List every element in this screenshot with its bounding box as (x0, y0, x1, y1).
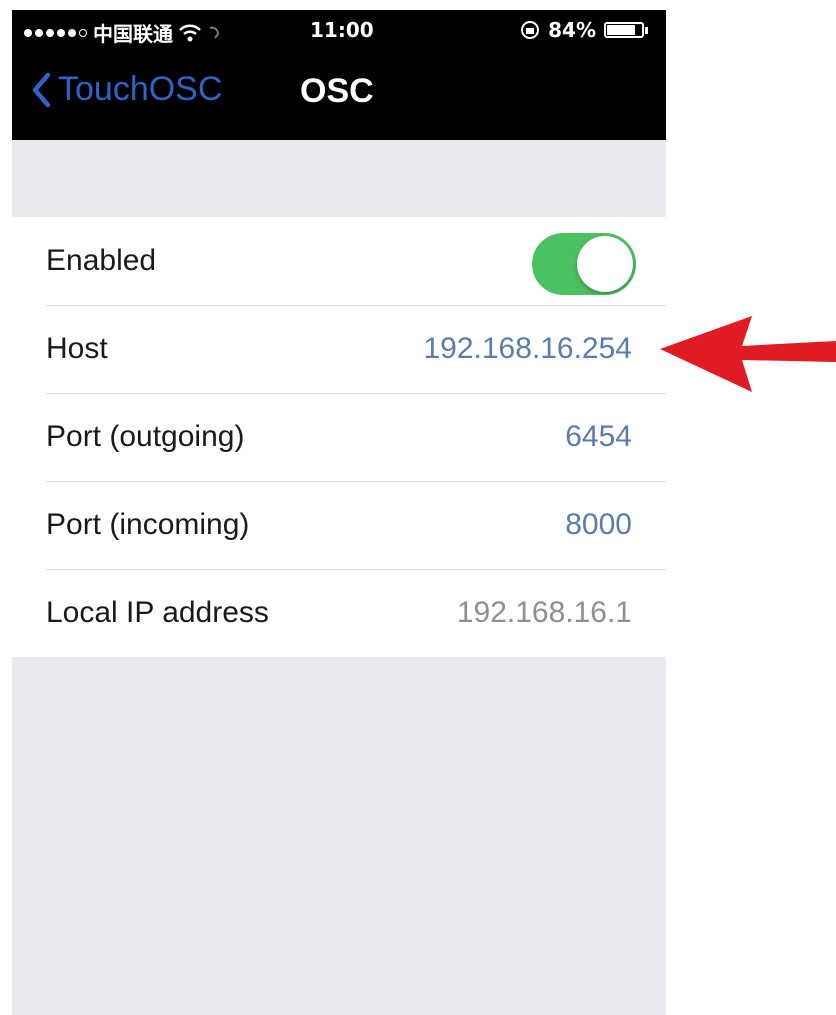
host-row[interactable]: Host 192.168.16.254 (12, 305, 666, 393)
navigation-bar: TouchOSC OSC (12, 50, 666, 140)
carrier-name: 中国联通 (93, 22, 173, 46)
chevron-left-icon (32, 72, 51, 107)
back-button[interactable]: TouchOSC (30, 70, 222, 109)
battery-percent: 84% (548, 18, 596, 42)
red-arrow-icon (660, 316, 836, 392)
host-value: 192.168.16.254 (423, 332, 632, 365)
port-outgoing-row[interactable]: Port (outgoing) 6454 (12, 393, 666, 481)
enabled-label: Enabled (46, 244, 157, 277)
rotation-lock-icon (521, 21, 540, 39)
osc-settings-table: Enabled Host 192.168.16.254 Port (outgoi… (12, 217, 666, 657)
toggle-knob (577, 236, 633, 292)
wifi-icon (179, 24, 201, 41)
battery-icon (604, 22, 648, 38)
port-incoming-label: Port (incoming) (46, 508, 250, 541)
port-incoming-row[interactable]: Port (incoming) 8000 (12, 481, 666, 569)
local-ip-value: 192.168.16.1 (456, 596, 632, 629)
port-incoming-value: 8000 (565, 508, 632, 541)
port-outgoing-value: 6454 (565, 420, 632, 453)
enabled-toggle[interactable] (532, 233, 636, 295)
local-ip-label: Local IP address (46, 596, 269, 629)
activity-icon (209, 26, 219, 39)
page-title: OSC (300, 72, 374, 110)
status-right: 84% (520, 18, 648, 42)
status-time: 11:00 (310, 18, 374, 42)
back-button-label: TouchOSC (58, 70, 223, 108)
phone-screen: 中国联通 11:00 84% TouchOSC OSC Enabled Host… (12, 10, 666, 1015)
host-label: Host (46, 332, 108, 365)
status-bar: 中国联通 11:00 84% (12, 10, 666, 50)
carrier-group: 中国联通 (24, 18, 221, 47)
enabled-row: Enabled (12, 217, 666, 305)
port-outgoing-label: Port (outgoing) (46, 420, 245, 453)
local-ip-row: Local IP address 192.168.16.1 (12, 569, 666, 657)
signal-dots-icon (24, 28, 87, 37)
